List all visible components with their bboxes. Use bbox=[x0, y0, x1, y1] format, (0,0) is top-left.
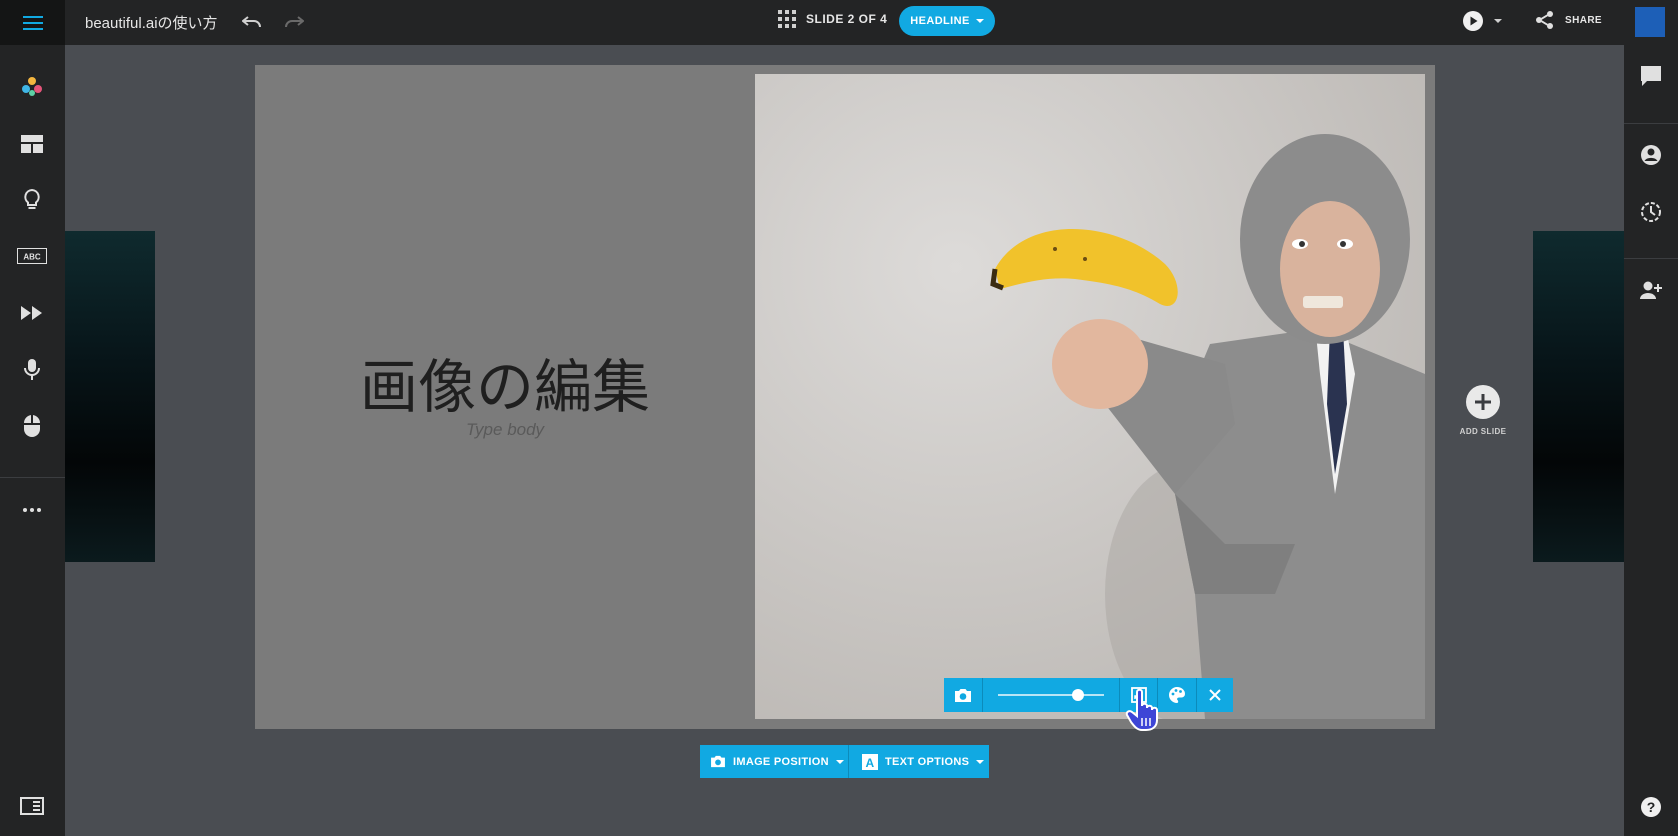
fast-forward-icon bbox=[21, 306, 42, 320]
image-toolbar bbox=[944, 678, 1233, 712]
microphone-icon bbox=[24, 359, 40, 380]
share-button[interactable]: SHARE bbox=[1535, 10, 1602, 30]
panel-icon bbox=[20, 797, 44, 815]
help-icon: ? bbox=[1641, 797, 1661, 817]
undo-icon bbox=[242, 16, 261, 28]
play-icon bbox=[1463, 11, 1483, 31]
zoom-slider[interactable] bbox=[998, 694, 1104, 696]
sidebar-item-animation[interactable] bbox=[17, 298, 47, 328]
replace-image-button[interactable] bbox=[944, 678, 982, 712]
left-sidebar: ABC bbox=[0, 45, 65, 836]
toolbar-divider bbox=[848, 745, 849, 778]
history-icon bbox=[1641, 202, 1661, 222]
notes-panel-button[interactable] bbox=[20, 797, 44, 820]
chevron-down-icon bbox=[835, 759, 844, 764]
slide-canvas[interactable]: 画像の編集 Type body bbox=[255, 65, 1435, 729]
sidebar-item-text[interactable]: ABC bbox=[17, 241, 47, 271]
help-button[interactable]: ? bbox=[1640, 796, 1662, 823]
pointer-hand-icon bbox=[1125, 688, 1158, 731]
slide-body-placeholder[interactable]: Type body bbox=[255, 420, 755, 440]
previous-slide-thumbnail[interactable] bbox=[65, 231, 155, 562]
add-collaborator-button[interactable] bbox=[1636, 275, 1666, 305]
user-button[interactable] bbox=[1636, 140, 1666, 170]
svg-text:ABC: ABC bbox=[23, 253, 41, 262]
slide-photo[interactable] bbox=[755, 74, 1425, 719]
avatar[interactable] bbox=[1635, 7, 1665, 37]
share-icon bbox=[1536, 11, 1553, 29]
text-options-button[interactable]: A TEXT OPTIONS bbox=[862, 745, 985, 778]
sidebar-item-voice[interactable] bbox=[17, 355, 47, 385]
add-user-icon bbox=[1640, 281, 1662, 299]
lightbulb-icon bbox=[24, 188, 40, 209]
comment-icon bbox=[1641, 66, 1661, 86]
presentation-title[interactable]: beautiful.aiの使い方 bbox=[85, 12, 218, 33]
more-icon bbox=[23, 508, 41, 512]
slide-counter-label: SLIDE 2 OF 4 bbox=[806, 12, 888, 26]
svg-text:?: ? bbox=[1647, 799, 1656, 815]
comments-button[interactable] bbox=[1636, 61, 1666, 91]
right-divider bbox=[1624, 123, 1678, 124]
share-label: SHARE bbox=[1565, 14, 1603, 26]
sidebar-item-theme[interactable] bbox=[17, 72, 47, 102]
grid-icon bbox=[778, 10, 796, 28]
slide-options-toolbar: IMAGE POSITION A TEXT OPTIONS bbox=[700, 745, 989, 778]
redo-icon bbox=[285, 16, 304, 28]
palette-icon bbox=[1169, 687, 1185, 703]
text-icon: A bbox=[862, 753, 878, 770]
plus-icon bbox=[1475, 394, 1491, 410]
chevron-down-icon bbox=[975, 19, 984, 23]
hamburger-icon bbox=[22, 15, 43, 30]
right-divider bbox=[1624, 258, 1678, 259]
user-icon bbox=[1641, 145, 1661, 165]
image-position-button[interactable]: IMAGE POSITION bbox=[710, 745, 844, 778]
redo-button[interactable] bbox=[282, 10, 306, 34]
add-slide-button[interactable]: ADD SLIDE bbox=[1460, 385, 1506, 436]
sidebar-item-ideas[interactable] bbox=[17, 185, 47, 215]
add-slide-circle bbox=[1466, 385, 1500, 419]
add-slide-label: ADD SLIDE bbox=[1459, 427, 1507, 436]
close-toolbar-button[interactable] bbox=[1197, 678, 1233, 712]
layout-icon bbox=[21, 135, 43, 153]
close-icon bbox=[1209, 689, 1221, 701]
zoom-slider-handle[interactable] bbox=[1071, 689, 1084, 701]
camera-icon bbox=[711, 755, 725, 768]
text-options-label: TEXT OPTIONS bbox=[885, 755, 970, 768]
toolbar-divider bbox=[982, 678, 983, 712]
headline-label: HEADLINE bbox=[910, 15, 970, 27]
menu-button[interactable] bbox=[0, 0, 65, 45]
headline-button[interactable]: HEADLINE bbox=[899, 6, 995, 36]
camera-icon bbox=[955, 688, 971, 702]
sidebar-item-interaction[interactable] bbox=[17, 411, 47, 441]
next-slide-thumbnail[interactable] bbox=[1533, 231, 1624, 562]
chevron-down-icon bbox=[976, 759, 985, 764]
slide-text-area: 画像の編集 Type body bbox=[255, 65, 755, 729]
image-position-label: IMAGE POSITION bbox=[733, 755, 829, 768]
sidebar-divider bbox=[0, 477, 65, 478]
palette-icon bbox=[22, 77, 42, 96]
svg-text:A: A bbox=[866, 756, 875, 770]
top-bar: beautiful.aiの使い方 SLIDE 2 OF 4 HEADLINE S… bbox=[0, 0, 1678, 45]
hand-cursor bbox=[1125, 688, 1165, 737]
sidebar-item-more[interactable] bbox=[17, 495, 47, 525]
history-button[interactable] bbox=[1636, 197, 1666, 227]
play-options-chevron-icon[interactable] bbox=[1494, 19, 1502, 23]
play-button[interactable] bbox=[1462, 10, 1502, 32]
slide-counter[interactable]: SLIDE 2 OF 4 bbox=[778, 10, 887, 28]
slide-title[interactable]: 画像の編集 bbox=[255, 340, 755, 424]
sidebar-item-layout[interactable] bbox=[17, 129, 47, 159]
abc-icon: ABC bbox=[17, 248, 47, 264]
mouse-icon bbox=[24, 415, 40, 437]
photo-illustration bbox=[755, 74, 1425, 719]
right-sidebar: ? bbox=[1624, 45, 1678, 836]
undo-button[interactable] bbox=[240, 10, 264, 34]
